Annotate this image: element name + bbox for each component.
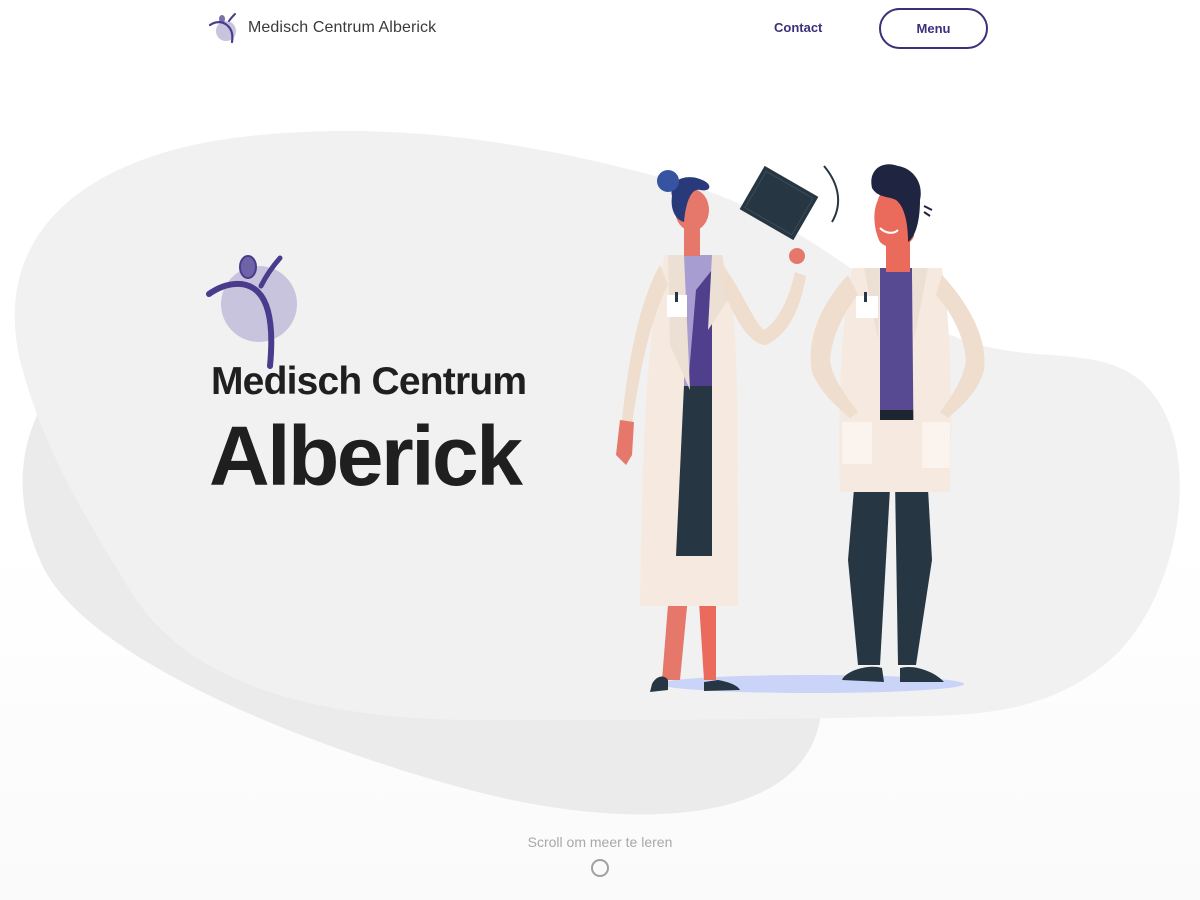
scroll-hint: Scroll om meer te leren	[527, 834, 673, 850]
scroll-circle-icon[interactable]	[591, 859, 609, 877]
menu-button[interactable]: Menu	[879, 8, 988, 49]
contact-link[interactable]: Contact	[774, 20, 822, 35]
brand-link[interactable]: Medisch Centrum Alberick	[208, 12, 436, 44]
medical-center-logo-icon	[208, 13, 236, 44]
hero-title-line1: Medisch Centrum	[211, 360, 527, 403]
brand-name: Medisch Centrum Alberick	[248, 19, 437, 36]
male-doctor-figure	[810, 164, 985, 682]
female-doctor-figure	[616, 170, 806, 692]
doctors-illustration	[616, 164, 985, 693]
hero-title-line2: Alberick	[209, 409, 523, 503]
site-header: Medisch Centrum Alberick Contact Menu	[0, 0, 1200, 58]
hero-logo-icon	[206, 255, 297, 369]
page: Medisch Centrum Alberick Contact Menu Me…	[0, 0, 1200, 900]
xray-sheet	[739, 165, 840, 241]
